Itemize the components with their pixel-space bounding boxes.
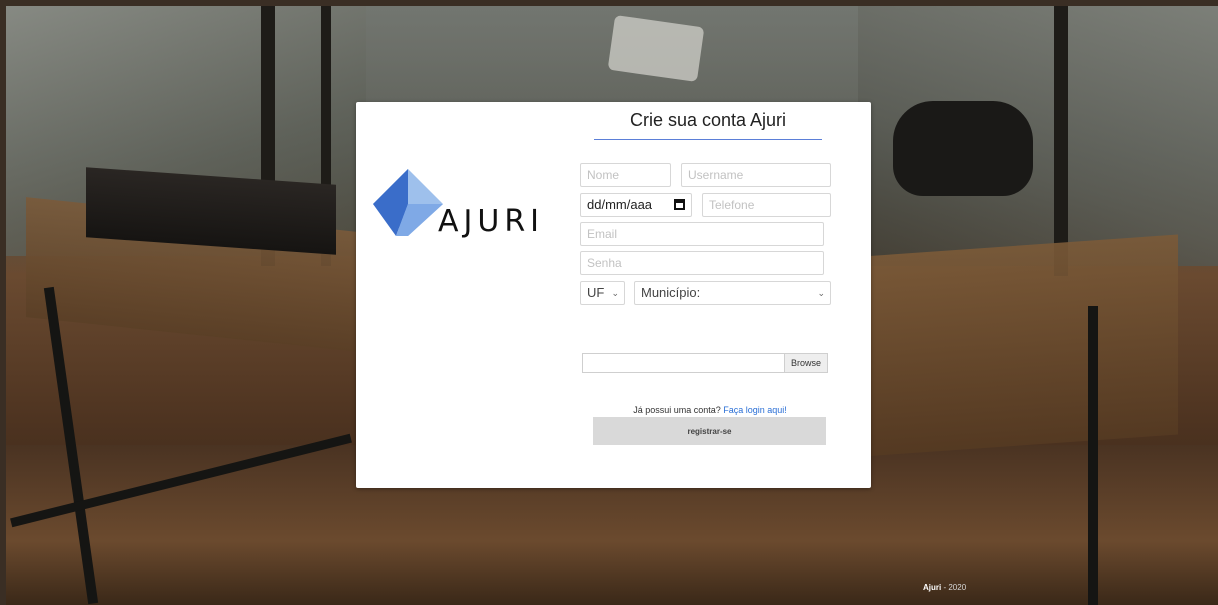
background-chair [893,101,1033,196]
name-input[interactable] [587,164,664,186]
login-link[interactable]: Faça login aqui! [723,405,787,415]
uf-select-value: UF [587,285,605,300]
signup-card: AJURI Crie sua conta Ajuri dd/mm/aaa UF … [356,102,871,488]
login-prompt: Já possui uma conta? Faça login aqui! [593,405,827,415]
ajuri-logo: AJURI [368,164,558,244]
footer-brand: Ajuri [923,583,942,592]
background-desk-right [848,234,1178,458]
email-input[interactable] [587,223,817,245]
municipio-select-value: Município: [641,285,701,300]
uf-select[interactable]: UF ⌄ [580,281,625,305]
email-field[interactable] [580,222,824,246]
logo-wordmark: AJURI [438,204,545,239]
calendar-icon[interactable] [674,199,685,210]
username-field[interactable] [681,163,831,187]
cube-logo-icon [373,169,443,236]
chevron-down-icon: ⌄ [817,288,825,298]
footer-credit: Ajuri - 2020 [923,583,966,592]
background-window-frame [1054,6,1068,276]
password-field[interactable] [580,251,824,275]
file-upload-field[interactable]: Browse [582,353,828,373]
page-title: Crie sua conta Ajuri [594,110,822,140]
birthdate-field[interactable]: dd/mm/aaa [580,193,692,217]
register-button[interactable]: registrar-se [593,417,826,445]
birthdate-value: dd/mm/aaa [587,197,653,212]
background-phone [607,15,705,82]
chevron-down-icon: ⌄ [611,288,619,298]
login-prompt-text: Já possui uma conta? [633,405,721,415]
phone-input[interactable] [709,194,824,216]
phone-field[interactable] [702,193,831,217]
footer-year: - 2020 [941,583,967,592]
background-desk-leg [1088,306,1098,605]
browse-button[interactable]: Browse [783,354,827,372]
municipio-select[interactable]: Município: ⌄ [634,281,831,305]
name-field[interactable] [580,163,671,187]
username-input[interactable] [688,164,824,186]
password-input[interactable] [587,252,817,274]
